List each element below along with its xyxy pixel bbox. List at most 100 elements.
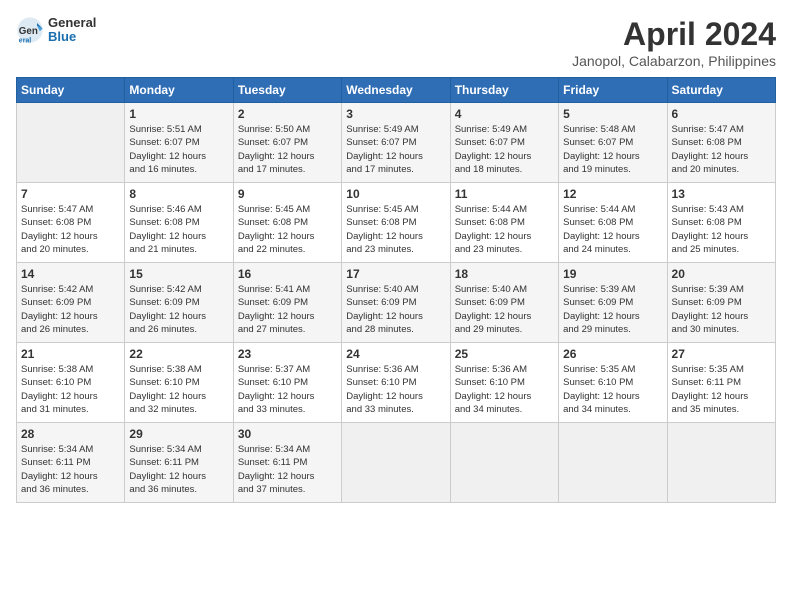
day-info: Sunrise: 5:40 AM Sunset: 6:09 PM Dayligh… [455,283,554,336]
calendar-week-row: 28Sunrise: 5:34 AM Sunset: 6:11 PM Dayli… [17,423,776,503]
calendar-day-cell: 18Sunrise: 5:40 AM Sunset: 6:09 PM Dayli… [450,263,558,343]
calendar-day-cell [450,423,558,503]
day-number: 24 [346,347,445,361]
day-number: 8 [129,187,228,201]
day-info: Sunrise: 5:45 AM Sunset: 6:08 PM Dayligh… [346,203,445,256]
calendar-day-cell: 5 Sunrise: 5:48 AM Sunset: 6:07 PM Daylig… [559,103,667,183]
calendar-table: SundayMondayTuesdayWednesdayThursdayFrid… [16,77,776,503]
day-info: Sunrise: 5:47 AM Sunset: 6:08 PM Dayligh… [21,203,120,256]
day-info: Sunrise: 5:37 AM Sunset: 6:10 PM Dayligh… [238,363,337,416]
calendar-day-cell [17,103,125,183]
calendar-header-row: SundayMondayTuesdayWednesdayThursdayFrid… [17,78,776,103]
day-info: Sunrise: 5:42 AM Sunset: 6:09 PM Dayligh… [129,283,228,336]
day-number: 11 [455,187,554,201]
calendar-day-cell: 10Sunrise: 5:45 AM Sunset: 6:08 PM Dayli… [342,183,450,263]
calendar-day-cell: 15 Sunrise: 5:42 AM Sunset: 6:09 PM Dayli… [125,263,233,343]
day-number: 13 [672,187,771,201]
day-info: Sunrise: 5:39 AM Sunset: 6:09 PM Dayligh… [672,283,771,336]
day-number: 5 [563,107,662,121]
day-number: 1 [129,107,228,121]
calendar-day-cell: 11 Sunrise: 5:44 AM Sunset: 6:08 PM Dayli… [450,183,558,263]
day-info: Sunrise: 5:42 AM Sunset: 6:09 PM Dayligh… [21,283,120,336]
day-number: 23 [238,347,337,361]
day-number: 12 [563,187,662,201]
day-of-week-header: Monday [125,78,233,103]
day-number: 30 [238,427,337,441]
day-number: 15 [129,267,228,281]
day-info: Sunrise: 5:40 AM Sunset: 6:09 PM Dayligh… [346,283,445,336]
calendar-day-cell: 1 Sunrise: 5:51 AM Sunset: 6:07 PM Daylig… [125,103,233,183]
day-info: Sunrise: 5:44 AM Sunset: 6:08 PM Dayligh… [455,203,554,256]
calendar-day-cell: 14 Sunrise: 5:42 AM Sunset: 6:09 PM Dayli… [17,263,125,343]
day-of-week-header: Sunday [17,78,125,103]
day-number: 2 [238,107,337,121]
calendar-day-cell: 6 Sunrise: 5:47 AM Sunset: 6:08 PM Daylig… [667,103,775,183]
svg-text:Gen: Gen [19,26,38,37]
day-number: 21 [21,347,120,361]
month-title: April 2024 [572,16,776,53]
svg-text:eral: eral [19,38,32,44]
day-of-week-header: Wednesday [342,78,450,103]
day-info: Sunrise: 5:35 AM Sunset: 6:10 PM Dayligh… [563,363,662,416]
day-info: Sunrise: 5:34 AM Sunset: 6:11 PM Dayligh… [238,443,337,496]
calendar-day-cell: 3 Sunrise: 5:49 AM Sunset: 6:07 PM Daylig… [342,103,450,183]
day-number: 4 [455,107,554,121]
calendar-week-row: 21 Sunrise: 5:38 AM Sunset: 6:10 PM Dayli… [17,343,776,423]
calendar-day-cell: 26 Sunrise: 5:35 AM Sunset: 6:10 PM Dayli… [559,343,667,423]
day-number: 16 [238,267,337,281]
day-info: Sunrise: 5:41 AM Sunset: 6:09 PM Dayligh… [238,283,337,336]
logo: Gen eral General Blue [16,16,96,45]
day-info: Sunrise: 5:38 AM Sunset: 6:10 PM Dayligh… [21,363,120,416]
day-info: Sunrise: 5:35 AM Sunset: 6:11 PM Dayligh… [672,363,771,416]
calendar-week-row: 14 Sunrise: 5:42 AM Sunset: 6:09 PM Dayli… [17,263,776,343]
calendar-day-cell: 12 Sunrise: 5:44 AM Sunset: 6:08 PM Dayli… [559,183,667,263]
day-number: 19 [563,267,662,281]
day-number: 20 [672,267,771,281]
title-area: April 2024 Janopol, Calabarzon, Philippi… [572,16,776,69]
day-number: 7 [21,187,120,201]
day-info: Sunrise: 5:49 AM Sunset: 6:07 PM Dayligh… [455,123,554,176]
calendar-day-cell: 4 Sunrise: 5:49 AM Sunset: 6:07 PM Daylig… [450,103,558,183]
calendar-day-cell: 8 Sunrise: 5:46 AM Sunset: 6:08 PM Daylig… [125,183,233,263]
day-number: 22 [129,347,228,361]
header: Gen eral General Blue April 2024 Janopol… [16,16,776,69]
calendar-day-cell: 9 Sunrise: 5:45 AM Sunset: 6:08 PM Daylig… [233,183,341,263]
calendar-day-cell [342,423,450,503]
day-of-week-header: Friday [559,78,667,103]
day-info: Sunrise: 5:34 AM Sunset: 6:11 PM Dayligh… [129,443,228,496]
calendar-week-row: 7 Sunrise: 5:47 AM Sunset: 6:08 PM Daylig… [17,183,776,263]
day-number: 17 [346,267,445,281]
day-number: 29 [129,427,228,441]
day-info: Sunrise: 5:38 AM Sunset: 6:10 PM Dayligh… [129,363,228,416]
calendar-day-cell: 7 Sunrise: 5:47 AM Sunset: 6:08 PM Daylig… [17,183,125,263]
day-info: Sunrise: 5:46 AM Sunset: 6:08 PM Dayligh… [129,203,228,256]
calendar-day-cell: 23 Sunrise: 5:37 AM Sunset: 6:10 PM Dayli… [233,343,341,423]
calendar-day-cell: 20 Sunrise: 5:39 AM Sunset: 6:09 PM Dayli… [667,263,775,343]
calendar-day-cell: 19Sunrise: 5:39 AM Sunset: 6:09 PM Dayli… [559,263,667,343]
day-of-week-header: Saturday [667,78,775,103]
day-info: Sunrise: 5:49 AM Sunset: 6:07 PM Dayligh… [346,123,445,176]
day-info: Sunrise: 5:47 AM Sunset: 6:08 PM Dayligh… [672,123,771,176]
day-info: Sunrise: 5:45 AM Sunset: 6:08 PM Dayligh… [238,203,337,256]
calendar-day-cell: 13 Sunrise: 5:43 AM Sunset: 6:08 PM Dayli… [667,183,775,263]
calendar-day-cell: 2Sunrise: 5:50 AM Sunset: 6:07 PM Daylig… [233,103,341,183]
calendar-day-cell: 25Sunrise: 5:36 AM Sunset: 6:10 PM Dayli… [450,343,558,423]
day-info: Sunrise: 5:48 AM Sunset: 6:07 PM Dayligh… [563,123,662,176]
day-info: Sunrise: 5:44 AM Sunset: 6:08 PM Dayligh… [563,203,662,256]
day-number: 27 [672,347,771,361]
day-number: 6 [672,107,771,121]
calendar-day-cell: 21 Sunrise: 5:38 AM Sunset: 6:10 PM Dayli… [17,343,125,423]
calendar-day-cell: 17 Sunrise: 5:40 AM Sunset: 6:09 PM Dayli… [342,263,450,343]
calendar-day-cell: 30 Sunrise: 5:34 AM Sunset: 6:11 PM Dayli… [233,423,341,503]
calendar-day-cell [667,423,775,503]
day-number: 26 [563,347,662,361]
day-info: Sunrise: 5:36 AM Sunset: 6:10 PM Dayligh… [455,363,554,416]
logo-general-text: General Blue [48,16,96,45]
day-info: Sunrise: 5:43 AM Sunset: 6:08 PM Dayligh… [672,203,771,256]
calendar-day-cell: 28Sunrise: 5:34 AM Sunset: 6:11 PM Dayli… [17,423,125,503]
day-number: 9 [238,187,337,201]
calendar-day-cell: 29 Sunrise: 5:34 AM Sunset: 6:11 PM Dayli… [125,423,233,503]
day-number: 3 [346,107,445,121]
day-number: 14 [21,267,120,281]
day-info: Sunrise: 5:51 AM Sunset: 6:07 PM Dayligh… [129,123,228,176]
